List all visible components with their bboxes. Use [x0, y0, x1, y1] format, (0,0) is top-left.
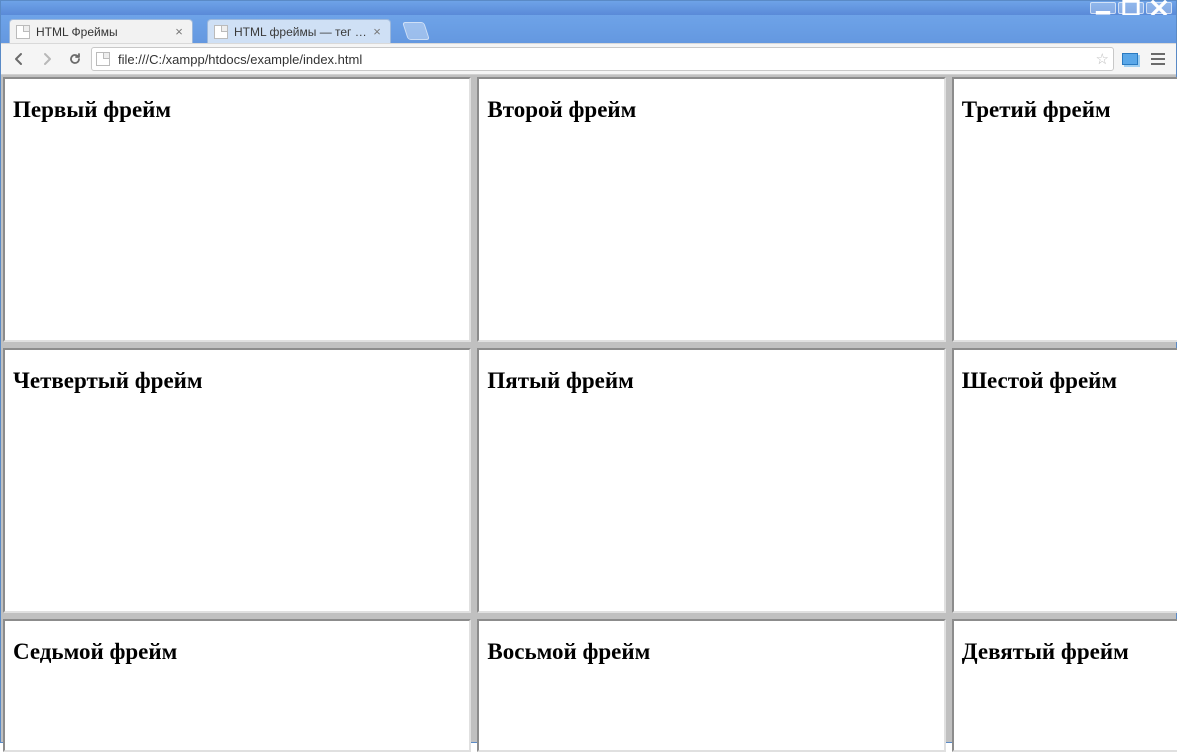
frame-heading: Шестой фрейм: [962, 368, 1176, 394]
page-icon: [96, 52, 110, 66]
frame-heading: Седьмой фрейм: [13, 639, 461, 665]
frame-5[interactable]: Пятый фрейм: [477, 348, 945, 613]
forward-button[interactable]: [35, 47, 59, 71]
close-icon[interactable]: ×: [370, 25, 384, 39]
minimize-button[interactable]: [1090, 2, 1116, 14]
frame-heading: Второй фрейм: [487, 97, 935, 123]
frameset: Первый фрейм Второй фрейм Третий фрейм Ч…: [3, 77, 1174, 740]
screenshot-icon: [1122, 53, 1138, 65]
back-button[interactable]: [7, 47, 31, 71]
page-content: Первый фрейм Второй фрейм Третий фрейм Ч…: [1, 75, 1176, 742]
frame-7[interactable]: Седьмой фрейм: [3, 619, 471, 752]
address-bar[interactable]: ☆: [91, 47, 1114, 71]
frame-2[interactable]: Второй фрейм: [477, 77, 945, 342]
frame-8[interactable]: Восьмой фрейм: [477, 619, 945, 752]
extension-button[interactable]: [1118, 47, 1142, 71]
url-input[interactable]: [116, 51, 1090, 68]
tab-title: HTML фреймы — тег fram: [234, 25, 370, 39]
tab-strip: HTML Фреймы × HTML фреймы — тег fram ×: [1, 15, 1176, 43]
frame-1[interactable]: Первый фрейм: [3, 77, 471, 342]
page-icon: [214, 25, 228, 39]
menu-button[interactable]: [1146, 47, 1170, 71]
frame-4[interactable]: Четвертый фрейм: [3, 348, 471, 613]
page-icon: [16, 25, 30, 39]
tab-inactive[interactable]: HTML фреймы — тег fram ×: [207, 19, 391, 43]
new-tab-button[interactable]: [402, 22, 430, 40]
tab-active[interactable]: HTML Фреймы ×: [9, 19, 193, 43]
frame-heading: Третий фрейм: [962, 97, 1176, 123]
frame-heading: Восьмой фрейм: [487, 639, 935, 665]
frame-9[interactable]: Девятый фрейм: [952, 619, 1177, 752]
frame-heading: Девятый фрейм: [962, 639, 1176, 665]
frame-heading: Пятый фрейм: [487, 368, 935, 394]
frame-heading: Четвертый фрейм: [13, 368, 461, 394]
close-button[interactable]: [1146, 2, 1172, 14]
bookmark-star-icon[interactable]: ☆: [1096, 50, 1109, 68]
maximize-button[interactable]: [1118, 2, 1144, 14]
frame-6[interactable]: Шестой фрейм: [952, 348, 1177, 613]
reload-button[interactable]: [63, 47, 87, 71]
close-icon[interactable]: ×: [172, 25, 186, 39]
hamburger-icon: [1151, 53, 1165, 55]
window-titlebar: [1, 1, 1176, 15]
browser-window: HTML Фреймы × HTML фреймы — тег fram × ☆: [0, 0, 1177, 743]
toolbar: ☆: [1, 43, 1176, 75]
frame-heading: Первый фрейм: [13, 97, 461, 123]
tab-title: HTML Фреймы: [36, 25, 172, 39]
frame-3[interactable]: Третий фрейм: [952, 77, 1177, 342]
